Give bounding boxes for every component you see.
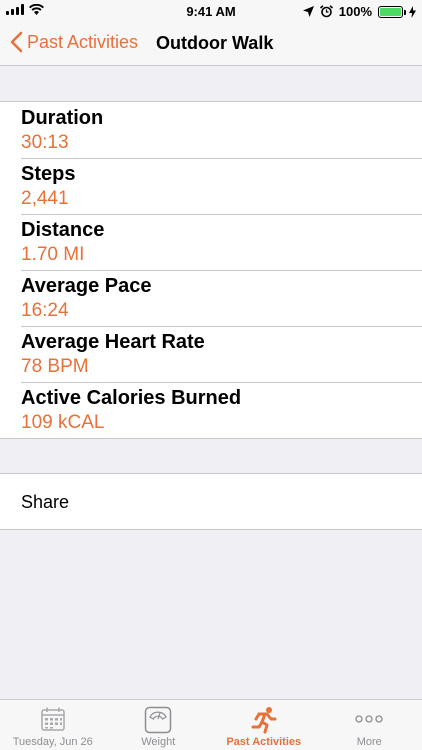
tab-label: Weight — [141, 736, 176, 748]
battery-level — [380, 7, 401, 16]
tab-today[interactable]: Tuesday, Jun 26 — [0, 700, 106, 750]
activity-stats-list: Duration 30:13 Steps 2,441 Distance 1.70… — [0, 101, 422, 439]
calendar-icon — [41, 707, 65, 731]
status-right: 100% — [302, 4, 416, 19]
stat-label: Distance — [21, 219, 105, 241]
stat-row-steps: Steps 2,441 — [0, 158, 422, 214]
stat-row-average-heart-rate: Average Heart Rate 78 BPM — [0, 326, 422, 382]
stat-value: 78 BPM — [21, 356, 89, 377]
tab-past-activities[interactable]: Past Activities — [211, 700, 317, 750]
stat-row-active-calories: Active Calories Burned 109 kCAL — [0, 382, 422, 438]
stat-label: Steps — [21, 163, 76, 185]
back-button[interactable]: Past Activities — [10, 31, 138, 53]
stat-label: Duration — [21, 107, 104, 129]
stat-value: 30:13 — [21, 132, 69, 153]
tab-more[interactable]: More — [317, 700, 422, 750]
stat-value: 109 kCAL — [21, 412, 105, 433]
stat-row-duration: Duration 30:13 — [0, 102, 422, 158]
more-icon — [355, 715, 383, 723]
tab-label: More — [356, 736, 382, 748]
stat-row-distance: Distance 1.70 MI — [0, 214, 422, 270]
stat-value: 2,441 — [21, 188, 69, 209]
stat-value: 1.70 MI — [21, 244, 85, 265]
stat-label: Average Heart Rate — [21, 331, 205, 353]
page-title: Outdoor Walk — [156, 33, 274, 53]
tab-bar: Tuesday, Jun 26 Weight Past Activities M… — [0, 699, 422, 750]
tab-label: Tuesday, Jun 26 — [12, 736, 93, 748]
location-arrow-icon — [302, 6, 314, 17]
charging-bolt-icon — [409, 5, 416, 18]
battery-icon — [378, 5, 406, 18]
stat-label: Average Pace — [21, 275, 152, 297]
stat-label: Active Calories Burned — [21, 387, 242, 409]
chevron-left-icon — [10, 31, 23, 53]
share-label: Share — [21, 492, 70, 512]
tab-label: Past Activities — [226, 736, 302, 748]
stat-row-average-pace: Average Pace 16:24 — [0, 270, 422, 326]
app-screen: 9:41 AM 100% Past Activities Outdoor Wal… — [0, 0, 422, 750]
stat-value: 16:24 — [21, 300, 69, 321]
battery-percent: 100% — [338, 4, 372, 19]
tab-weight[interactable]: Weight — [106, 700, 212, 750]
back-button-label: Past Activities — [27, 31, 139, 52]
share-button[interactable]: Share — [0, 473, 422, 530]
scale-icon — [145, 706, 172, 734]
status-bar: 9:41 AM 100% — [0, 0, 422, 22]
runner-icon — [251, 707, 277, 734]
alarm-icon — [319, 5, 333, 18]
navigation-bar: Past Activities Outdoor Walk — [0, 22, 422, 66]
